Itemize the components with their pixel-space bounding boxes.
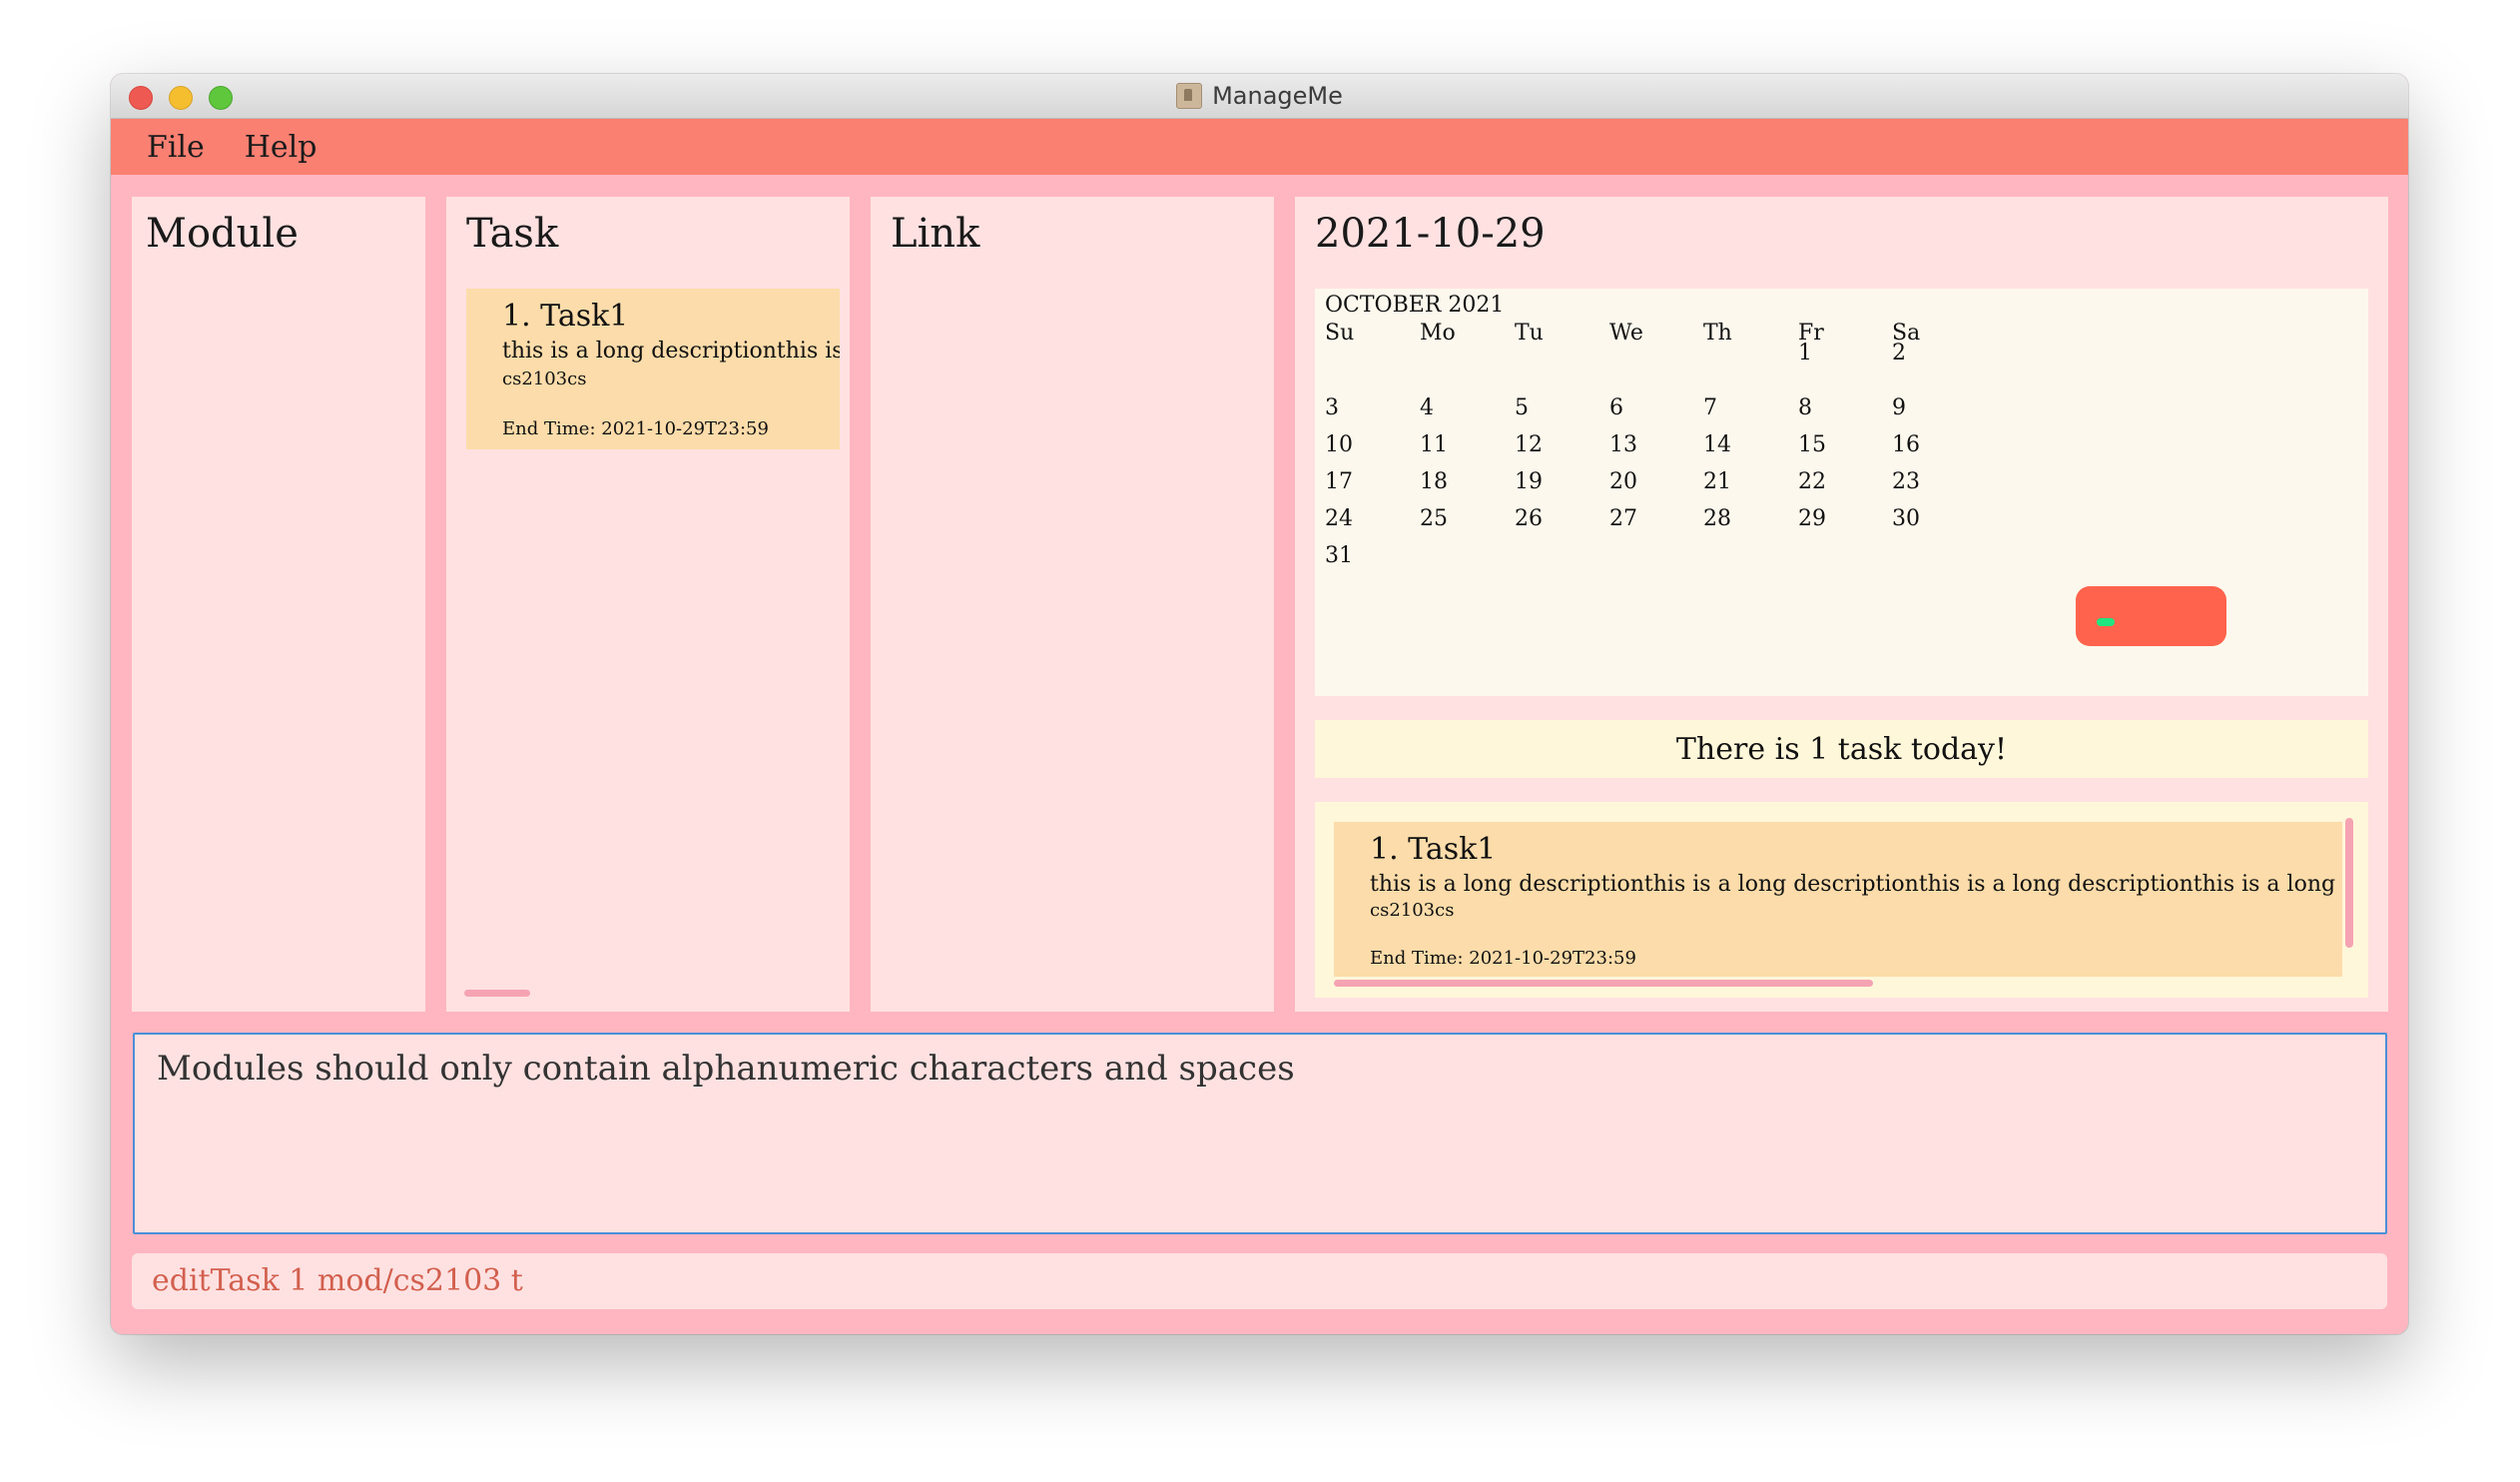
calendar-day-24[interactable]: 24 <box>1325 506 1353 531</box>
module-panel-title: Module <box>146 211 299 257</box>
calendar-day-27[interactable]: 27 <box>1609 506 1637 531</box>
app-icon <box>1176 83 1203 109</box>
module-panel: Module <box>132 197 425 1012</box>
window-title-group: ManageMe <box>111 74 2408 118</box>
task-description: this is a long descriptionthis is a <box>502 339 840 364</box>
selected-date-title: 2021-10-29 <box>1315 211 1546 257</box>
calendar-day-15[interactable]: 15 <box>1798 432 1826 457</box>
calendar-day-8[interactable]: 8 <box>1798 395 1812 420</box>
window-title: ManageMe <box>1212 82 1343 110</box>
today-task-end-time: End Time: 2021-10-29T23:59 <box>1370 948 1636 969</box>
task-end-time: End Time: 2021-10-29T23:59 <box>502 418 769 439</box>
task-list-scrollbar[interactable] <box>464 990 530 997</box>
today-list-horizontal-scrollbar[interactable] <box>1334 980 1873 987</box>
calendar-day-28[interactable]: 28 <box>1703 506 1731 531</box>
day-header-mo: Mo <box>1420 321 1456 346</box>
calendar-day-21[interactable]: 21 <box>1703 469 1731 494</box>
result-display[interactable]: Modules should only contain alphanumeric… <box>133 1033 2387 1234</box>
calendar-panel: 2021-10-29 OCTOBER 2021 Su Mo Tu We Th Fr Sa 1 2… <box>1295 197 2388 1012</box>
day-header-su: Su <box>1325 321 1355 346</box>
title-bar: ManageMe <box>111 74 2408 119</box>
calendar-day-2[interactable]: 2 <box>1892 341 1906 366</box>
calendar-day-12[interactable]: 12 <box>1515 432 1543 457</box>
today-task-module-tag: cs2103cs <box>1370 900 1455 921</box>
menu-file[interactable]: File <box>147 130 205 165</box>
today-list-vertical-scrollbar[interactable] <box>2345 818 2353 948</box>
today-task-description: this is a long descriptionthis is a long… <box>1370 872 2342 897</box>
task-module-tag: cs2103cs <box>502 369 587 389</box>
app-window: ManageMe File Help Module Task 1. Task1 … <box>111 74 2408 1334</box>
day-header-we: We <box>1609 321 1643 346</box>
link-panel-title: Link <box>891 211 980 257</box>
calendar-day-14[interactable]: 14 <box>1703 432 1731 457</box>
day-header-th: Th <box>1703 321 1732 346</box>
calendar-day-26[interactable]: 26 <box>1515 506 1543 531</box>
calendar-day-16[interactable]: 16 <box>1892 432 1920 457</box>
calendar-day-1[interactable]: 1 <box>1798 341 1812 366</box>
calendar-day-11[interactable]: 11 <box>1420 432 1448 457</box>
task-name: 1. Task1 <box>502 299 629 334</box>
calendar-day-19[interactable]: 19 <box>1515 469 1543 494</box>
month-calendar: OCTOBER 2021 Su Mo Tu We Th Fr Sa 1 2 3 4 5 6 7 8 9 10 11… <box>1315 289 2368 696</box>
task-indicator-dot <box>2097 618 2115 626</box>
calendar-day-18[interactable]: 18 <box>1420 469 1448 494</box>
calendar-day-7[interactable]: 7 <box>1703 395 1717 420</box>
command-box[interactable]: editTask 1 mod/cs2103 t <box>132 1253 2387 1309</box>
link-panel: Link <box>871 197 1274 1012</box>
task-summary: There is 1 task today! <box>1315 720 2368 778</box>
day-header-tu: Tu <box>1515 321 1544 346</box>
selected-day-highlight[interactable] <box>2076 586 2226 646</box>
task-card[interactable]: 1. Task1 this is a long descriptionthis … <box>466 289 840 449</box>
calendar-day-3[interactable]: 3 <box>1325 395 1339 420</box>
calendar-day-25[interactable]: 25 <box>1420 506 1448 531</box>
calendar-day-4[interactable]: 4 <box>1420 395 1434 420</box>
menu-bar: File Help <box>111 119 2408 175</box>
task-panel-title: Task <box>466 211 559 257</box>
calendar-day-17[interactable]: 17 <box>1325 469 1353 494</box>
calendar-day-20[interactable]: 20 <box>1609 469 1637 494</box>
task-panel: Task 1. Task1 this is a long description… <box>446 197 850 1012</box>
calendar-day-5[interactable]: 5 <box>1515 395 1529 420</box>
calendar-day-22[interactable]: 22 <box>1798 469 1826 494</box>
calendar-day-23[interactable]: 23 <box>1892 469 1920 494</box>
result-message: Modules should only contain alphanumeric… <box>157 1049 1295 1089</box>
today-task-card[interactable]: 1. Task1 this is a long descriptionthis … <box>1334 822 2342 977</box>
calendar-month-label: OCTOBER 2021 <box>1325 293 1505 318</box>
calendar-day-29[interactable]: 29 <box>1798 506 1826 531</box>
calendar-day-30[interactable]: 30 <box>1892 506 1920 531</box>
calendar-day-13[interactable]: 13 <box>1609 432 1637 457</box>
today-task-name: 1. Task1 <box>1370 832 1497 867</box>
menu-help[interactable]: Help <box>245 130 317 165</box>
calendar-day-9[interactable]: 9 <box>1892 395 1906 420</box>
calendar-day-6[interactable]: 6 <box>1609 395 1623 420</box>
calendar-day-31[interactable]: 31 <box>1325 543 1353 568</box>
command-input[interactable]: editTask 1 mod/cs2103 t <box>152 1263 523 1298</box>
calendar-day-10[interactable]: 10 <box>1325 432 1353 457</box>
today-task-list: 1. Task1 this is a long descriptionthis … <box>1315 802 2368 998</box>
